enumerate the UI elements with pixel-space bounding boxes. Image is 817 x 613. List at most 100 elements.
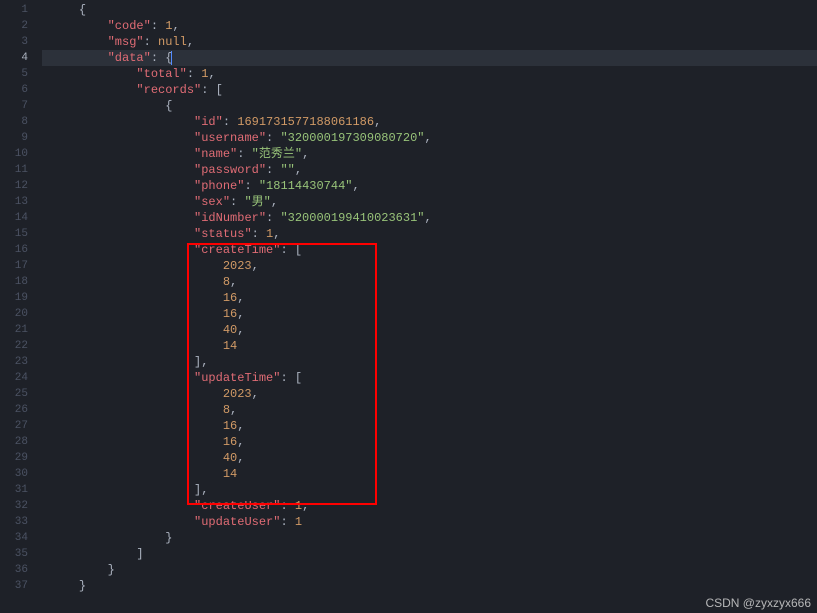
- token-punc: :: [144, 35, 158, 49]
- token-punc: :: [280, 499, 294, 513]
- token-punc: : [: [280, 371, 302, 385]
- token-num: 1691731577188061186: [237, 115, 374, 129]
- code-line[interactable]: {: [42, 98, 817, 114]
- token-str: "320000197309080720": [280, 131, 424, 145]
- line-number: 6: [0, 82, 42, 98]
- code-line[interactable]: }: [42, 578, 817, 594]
- code-line[interactable]: "idNumber": "320000199410023631",: [42, 210, 817, 226]
- token-punc: ],: [194, 483, 208, 497]
- token-key: "createTime": [194, 243, 280, 257]
- code-line[interactable]: 8,: [42, 402, 817, 418]
- code-line[interactable]: }: [42, 530, 817, 546]
- code-line[interactable]: "data": {: [42, 50, 817, 66]
- code-line[interactable]: ],: [42, 482, 817, 498]
- token-str: "范秀兰": [252, 147, 302, 161]
- token-punc: :: [237, 147, 251, 161]
- token-key: "updateUser": [194, 515, 280, 529]
- code-line[interactable]: 8,: [42, 274, 817, 290]
- line-number: 35: [0, 546, 42, 562]
- token-num: 14: [223, 339, 237, 353]
- code-line[interactable]: {: [42, 2, 817, 18]
- line-number: 4: [0, 50, 42, 66]
- token-key: "createUser": [194, 499, 280, 513]
- line-number: 22: [0, 338, 42, 354]
- line-number: 29: [0, 450, 42, 466]
- token-punc: ],: [194, 355, 208, 369]
- line-number: 24: [0, 370, 42, 386]
- code-line[interactable]: "name": "范秀兰",: [42, 146, 817, 162]
- code-line[interactable]: "phone": "18114430744",: [42, 178, 817, 194]
- code-line[interactable]: "createUser": 1,: [42, 498, 817, 514]
- token-punc: : {: [151, 51, 173, 65]
- code-line[interactable]: 40,: [42, 322, 817, 338]
- token-punc: ,: [295, 163, 302, 177]
- code-line[interactable]: 40,: [42, 450, 817, 466]
- token-punc: ]: [136, 547, 143, 561]
- code-line[interactable]: 16,: [42, 418, 817, 434]
- token-str: "320000199410023631": [280, 211, 424, 225]
- line-number: 25: [0, 386, 42, 402]
- code-line[interactable]: 14: [42, 338, 817, 354]
- token-punc: :: [266, 211, 280, 225]
- line-number: 17: [0, 258, 42, 274]
- token-punc: ,: [424, 211, 431, 225]
- code-line[interactable]: "records": [: [42, 82, 817, 98]
- code-line[interactable]: "total": 1,: [42, 66, 817, 82]
- code-line[interactable]: "msg": null,: [42, 34, 817, 50]
- code-line[interactable]: }: [42, 562, 817, 578]
- line-number: 37: [0, 578, 42, 594]
- code-line[interactable]: "code": 1,: [42, 18, 817, 34]
- code-line[interactable]: "status": 1,: [42, 226, 817, 242]
- code-area[interactable]: { "code": 1, "msg": null, "data": { "tot…: [42, 0, 817, 613]
- code-line[interactable]: "createTime": [: [42, 242, 817, 258]
- line-number: 2: [0, 18, 42, 34]
- token-num: 16: [223, 291, 237, 305]
- code-line[interactable]: 16,: [42, 306, 817, 322]
- token-key: "idNumber": [194, 211, 266, 225]
- token-num: 1: [295, 499, 302, 513]
- line-number: 27: [0, 418, 42, 434]
- line-number: 8: [0, 114, 42, 130]
- code-line[interactable]: "updateTime": [: [42, 370, 817, 386]
- token-punc: ,: [252, 259, 259, 273]
- line-number: 26: [0, 402, 42, 418]
- code-line[interactable]: "username": "320000197309080720",: [42, 130, 817, 146]
- code-line[interactable]: 2023,: [42, 386, 817, 402]
- token-num: 14: [223, 467, 237, 481]
- line-number: 16: [0, 242, 42, 258]
- code-line[interactable]: 14: [42, 466, 817, 482]
- code-line[interactable]: ]: [42, 546, 817, 562]
- token-punc: :: [151, 19, 165, 33]
- token-punc: ,: [237, 323, 244, 337]
- token-key: "code": [108, 19, 151, 33]
- token-punc: : [: [201, 83, 223, 97]
- code-line[interactable]: "sex": "男",: [42, 194, 817, 210]
- line-number: 9: [0, 130, 42, 146]
- token-punc: {: [79, 3, 86, 17]
- token-punc: :: [187, 67, 201, 81]
- token-num: 8: [223, 275, 230, 289]
- line-number: 11: [0, 162, 42, 178]
- token-punc: ,: [302, 499, 309, 513]
- code-line[interactable]: 16,: [42, 434, 817, 450]
- token-punc: ,: [273, 227, 280, 241]
- token-str: "男": [244, 195, 270, 209]
- code-line[interactable]: ],: [42, 354, 817, 370]
- token-num: 2023: [223, 259, 252, 273]
- token-key: "data": [108, 51, 151, 65]
- token-key: "updateTime": [194, 371, 280, 385]
- token-key: "password": [194, 163, 266, 177]
- token-punc: ,: [374, 115, 381, 129]
- cursor: [171, 51, 172, 65]
- line-number: 12: [0, 178, 42, 194]
- code-editor[interactable]: 1234567891011121314151617181920212223242…: [0, 0, 817, 613]
- token-punc: :: [252, 227, 266, 241]
- token-punc: {: [165, 99, 172, 113]
- code-line[interactable]: 16,: [42, 290, 817, 306]
- code-line[interactable]: "password": "",: [42, 162, 817, 178]
- code-line[interactable]: "updateUser": 1: [42, 514, 817, 530]
- token-num: 8: [223, 403, 230, 417]
- code-line[interactable]: "id": 1691731577188061186,: [42, 114, 817, 130]
- line-number: 32: [0, 498, 42, 514]
- code-line[interactable]: 2023,: [42, 258, 817, 274]
